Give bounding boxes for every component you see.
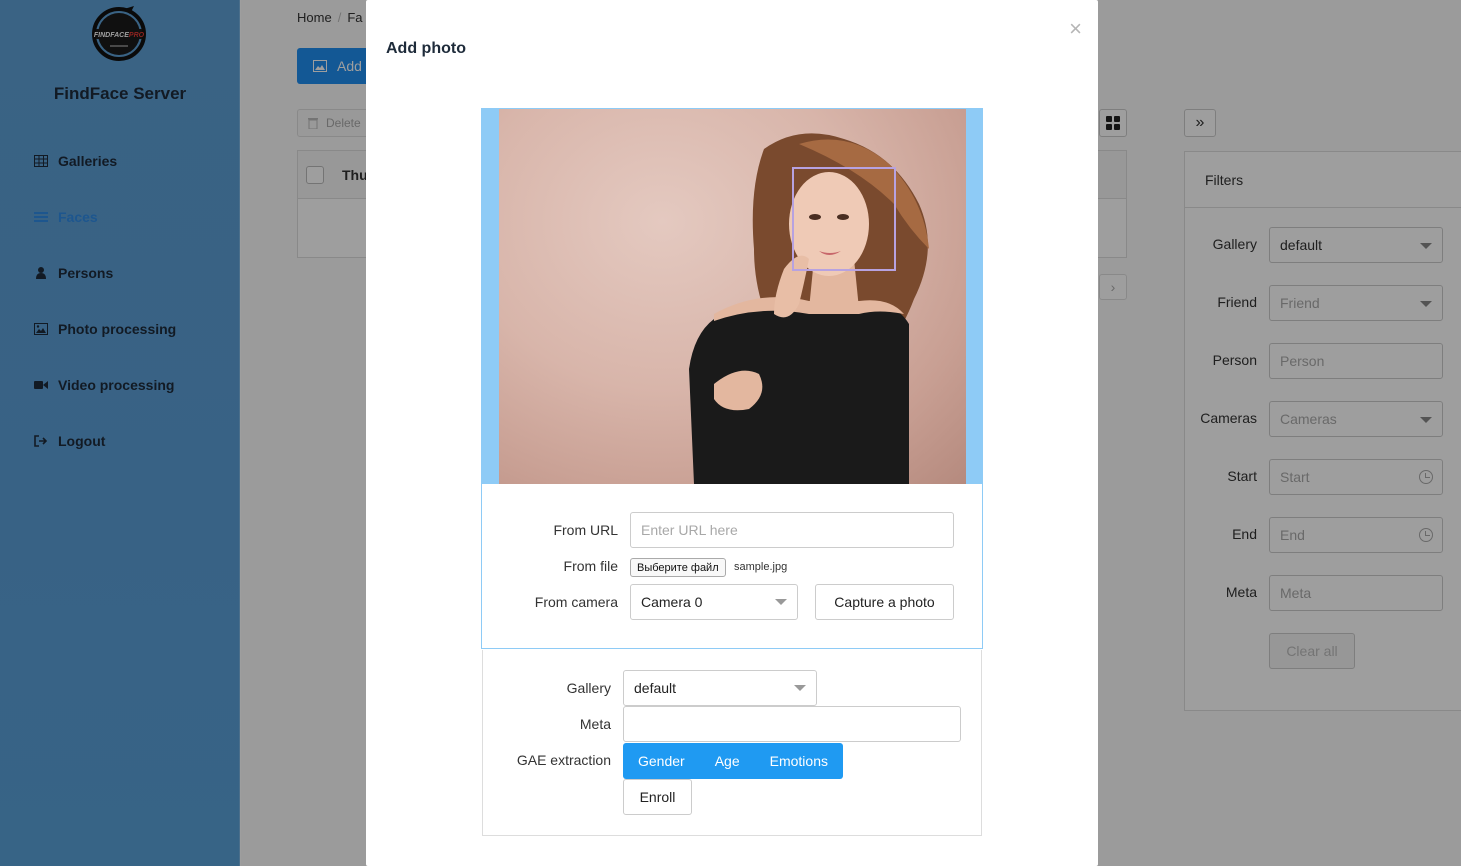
capture-photo-button[interactable]: Capture a photo <box>815 584 954 620</box>
gae-extraction-label: GAE extraction <box>516 752 611 768</box>
enroll-button[interactable]: Enroll <box>623 779 692 815</box>
gallery-label: Gallery <box>566 680 611 696</box>
camera-select[interactable]: Camera 0 <box>630 584 798 620</box>
gallery-select[interactable]: default <box>623 670 817 706</box>
chevron-down-icon <box>775 599 787 605</box>
meta-label: Meta <box>579 716 611 732</box>
chevron-down-icon <box>794 685 806 691</box>
close-icon[interactable]: × <box>1069 18 1082 40</box>
gae-age-toggle[interactable]: Age <box>700 743 755 779</box>
modal-title: Add photo <box>386 40 466 57</box>
gallery-select-value: default <box>634 680 677 696</box>
from-file-label: From file <box>563 558 618 574</box>
gae-extraction-toggle-group: Gender Age Emotions <box>623 743 843 779</box>
from-camera-label: From camera <box>534 594 618 610</box>
from-url-label: From URL <box>553 522 618 538</box>
face-detection-box[interactable] <box>792 167 896 271</box>
url-input[interactable]: Enter URL here <box>630 512 954 548</box>
photo-preview-area <box>482 109 982 484</box>
choose-file-button[interactable]: Выберите файл <box>630 558 726 577</box>
photo-preview <box>499 109 966 484</box>
photo-upload-panel: From URL Enter URL here From file Выбери… <box>481 108 983 649</box>
add-photo-modal: Add photo × From URL Enter URL here From… <box>366 0 1098 866</box>
selected-file-name: sample.jpg <box>734 561 788 573</box>
gae-gender-toggle[interactable]: Gender <box>623 743 700 779</box>
meta-input[interactable] <box>623 706 961 742</box>
camera-select-value: Camera 0 <box>641 594 703 610</box>
gae-emotions-toggle[interactable]: Emotions <box>755 743 843 779</box>
